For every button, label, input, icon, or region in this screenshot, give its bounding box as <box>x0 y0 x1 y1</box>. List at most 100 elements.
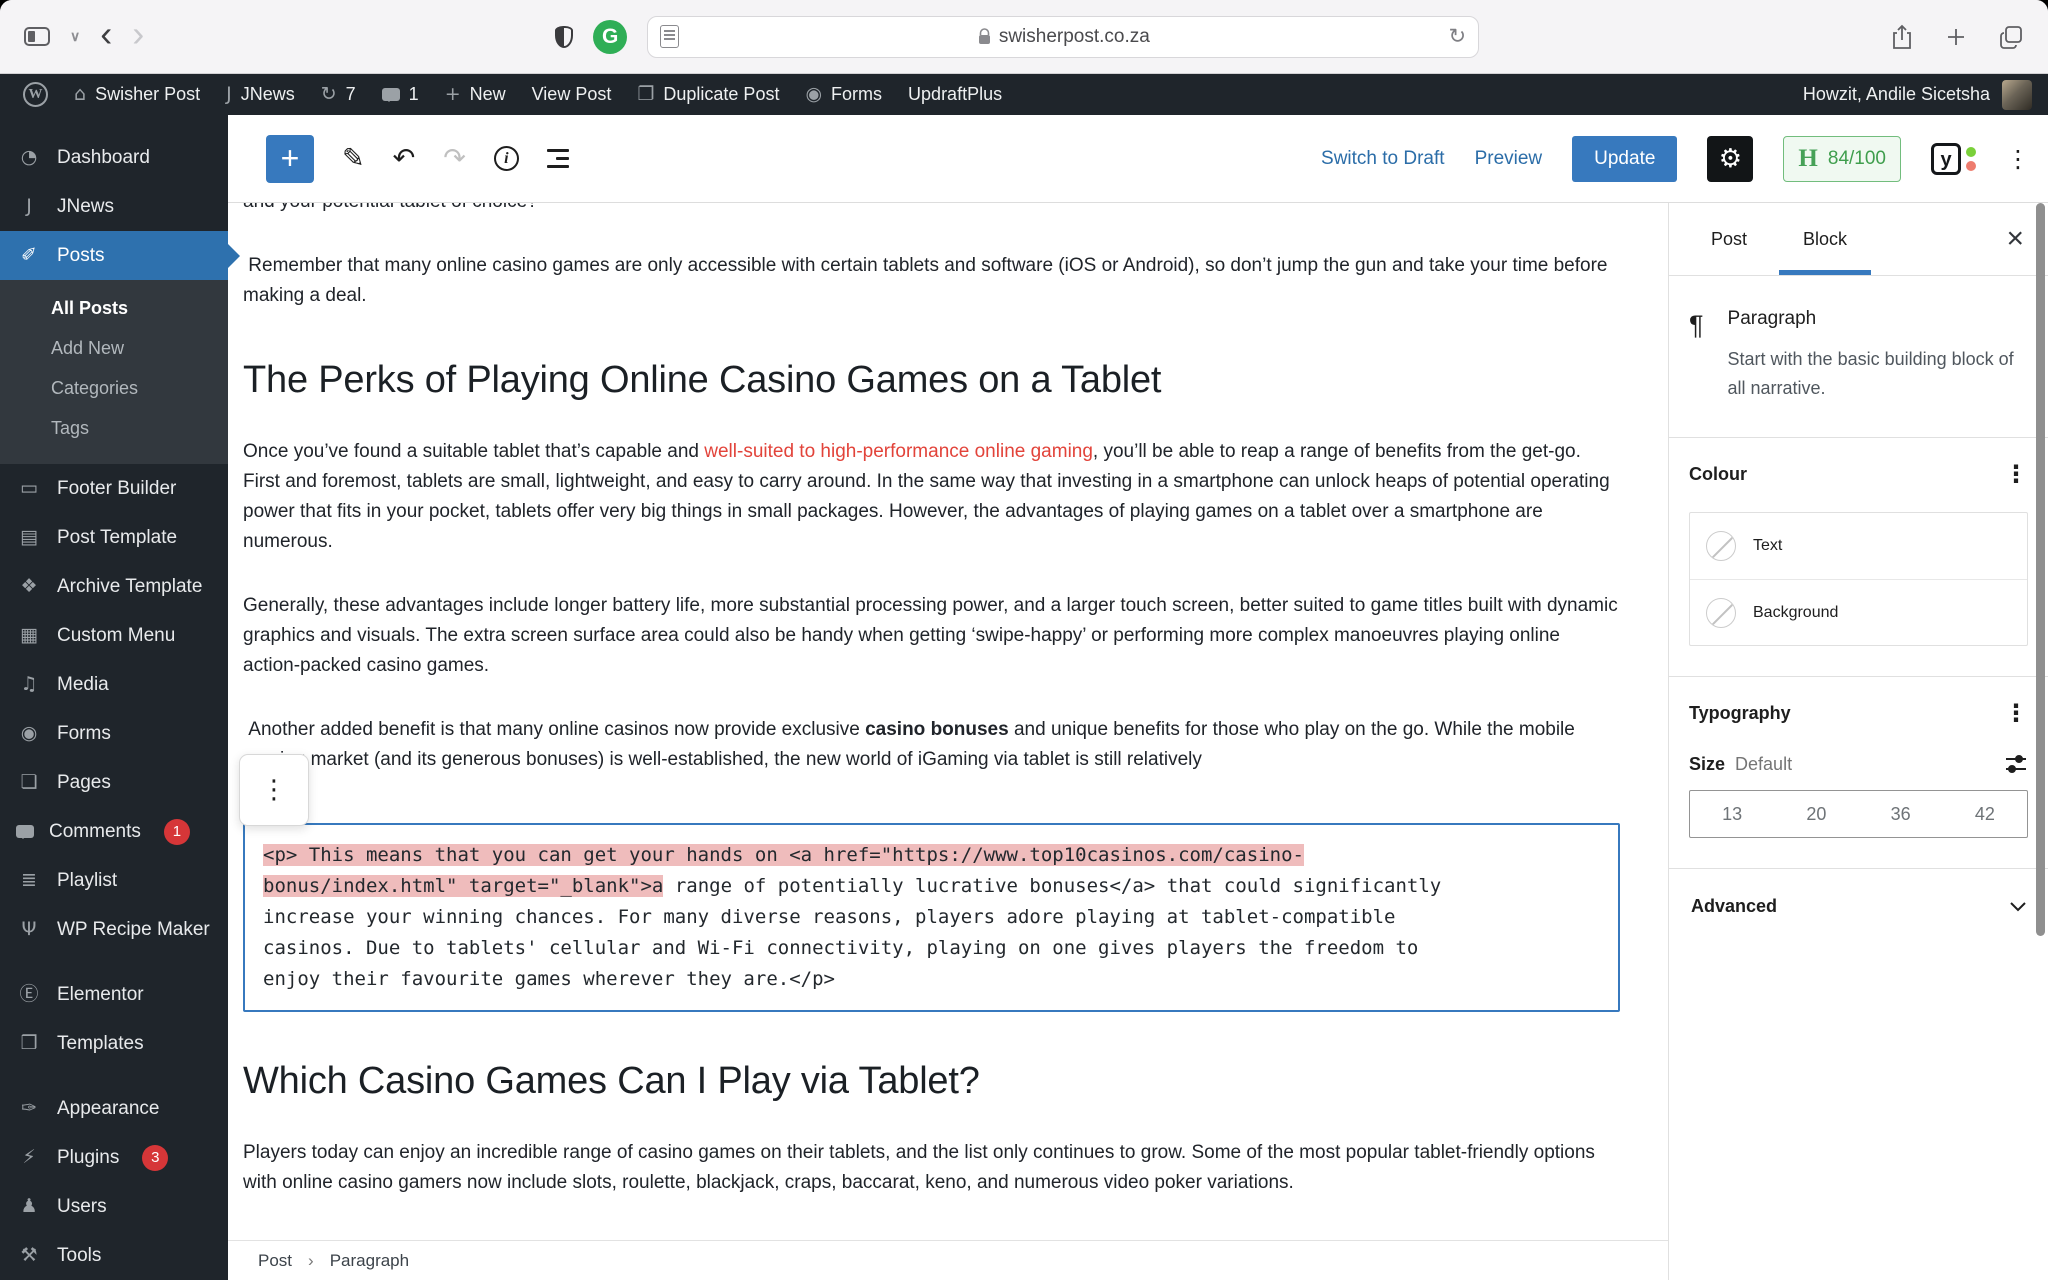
colour-options-kebab-icon[interactable]: ⋮ <box>2004 462 2028 486</box>
code-line: casinos. Due to tablets' cellular and Wi… <box>263 933 1600 964</box>
sidebar-item-posts[interactable]: ✐Posts <box>0 231 228 280</box>
paragraph-perks[interactable]: Once you’ve found a suitable tablet that… <box>243 437 1620 557</box>
admin-bar-item-view-post[interactable]: View Post <box>519 74 625 115</box>
sidebar-item-label: Archive Template <box>57 576 202 598</box>
page-scrollbar[interactable] <box>2036 203 2045 936</box>
sidebar-item-playlist[interactable]: ≣Playlist <box>0 856 228 905</box>
list-view-icon[interactable] <box>547 149 569 168</box>
sidebar-item-plugins[interactable]: ⚡Plugins3 <box>0 1133 228 1182</box>
admin-bar-item-updraftplus[interactable]: UpdraftPlus <box>895 74 1015 115</box>
sidebar-item-templates[interactable]: ❒Templates <box>0 1019 228 1068</box>
breadcrumb-paragraph[interactable]: Paragraph <box>330 1251 409 1271</box>
options-kebab-icon[interactable]: ⋮ <box>2006 147 2030 171</box>
sidebar-item-tools[interactable]: ⚒Tools <box>0 1231 228 1280</box>
sidebar-item-footer-builder[interactable]: ▭Footer Builder <box>0 464 228 513</box>
inline-link[interactable]: well-suited to high-performance online g… <box>704 441 1093 462</box>
user-avatar[interactable] <box>2002 80 2032 110</box>
code-paragraph-block-selected[interactable]: <p> This means that you can get your han… <box>243 823 1620 1012</box>
sidebar-item-label: Appearance <box>57 1098 159 1120</box>
sidebar-item-jnews[interactable]: JJNews <box>0 182 228 231</box>
sidebar-item-users[interactable]: ♟Users <box>0 1182 228 1231</box>
grammarly-icon[interactable]: G <box>593 20 627 54</box>
new-tab-icon[interactable] <box>1944 25 1968 49</box>
sidebar-item-media[interactable]: ♫Media <box>0 660 228 709</box>
sidebar-item-all-posts[interactable]: All Posts <box>0 288 228 328</box>
paragraph-generally[interactable]: Generally, these advantages include long… <box>243 591 1620 681</box>
share-icon[interactable] <box>1890 23 1914 51</box>
yoast-seo-button[interactable]: y <box>1931 143 1976 175</box>
tab-block[interactable]: Block <box>1777 203 1873 275</box>
sidebar-item-comments[interactable]: Comments1 <box>0 807 228 856</box>
sidebar-item-categories[interactable]: Categories <box>0 368 228 408</box>
font-size-preset-13[interactable]: 13 <box>1690 791 1774 837</box>
font-size-preset-36[interactable]: 36 <box>1859 791 1943 837</box>
back-button[interactable]: ‹ <box>100 16 112 52</box>
lock-icon <box>978 28 991 45</box>
reader-view-icon[interactable] <box>660 25 679 48</box>
update-button[interactable]: Update <box>1572 136 1677 182</box>
edit-tool-icon[interactable]: ✎ <box>342 143 365 174</box>
sidebar-item-dashboard[interactable]: ◔Dashboard <box>0 133 228 182</box>
sidebar-item-label: Elementor <box>57 984 144 1006</box>
typography-options-kebab-icon[interactable]: ⋮ <box>2004 701 2028 725</box>
admin-bar-item-wp-logo[interactable]: W <box>10 74 61 115</box>
toolbar-chevron-down-icon[interactable]: ∨ <box>70 28 80 45</box>
admin-bar-item-updates[interactable]: ↻7 <box>308 74 369 115</box>
block-card-description: Start with the basic building block of a… <box>1728 345 2028 403</box>
close-sidebar-icon[interactable]: × <box>2006 224 2024 254</box>
privacy-shield-icon[interactable] <box>555 26 573 48</box>
sidebar-item-tags[interactable]: Tags <box>0 408 228 448</box>
media-icon: ♫ <box>16 675 42 694</box>
admin-bar-item-forms[interactable]: ◉Forms <box>792 74 895 115</box>
settings-gear-button[interactable]: ⚙ <box>1707 136 1753 182</box>
heading-perks[interactable]: The Perks of Playing Online Casino Games… <box>243 357 1620 403</box>
browser-toolbar: ∨ ‹ › G swisherpost.co.za ↻ <box>0 0 2048 74</box>
admin-bar-item-duplicate-post[interactable]: ❐Duplicate Post <box>624 74 792 115</box>
admin-bar-item-jnews[interactable]: JJNews <box>213 74 308 115</box>
details-info-icon[interactable]: i <box>494 146 519 171</box>
admin-bar-item-comments[interactable]: 1 <box>369 74 432 115</box>
size-settings-icon[interactable] <box>2004 753 2028 775</box>
sidebar-item-custom-menu[interactable]: ▦Custom Menu <box>0 611 228 660</box>
count-badge: 3 <box>142 1145 168 1171</box>
sidebar-item-post-template[interactable]: ▤Post Template <box>0 513 228 562</box>
redo-icon[interactable]: ↷ <box>443 143 466 174</box>
user-greeting[interactable]: Howzit, Andile Sicetsha <box>1803 84 1990 105</box>
font-size-preset-42[interactable]: 42 <box>1943 791 2027 837</box>
font-size-preset-20[interactable]: 20 <box>1774 791 1858 837</box>
admin-bar-item-new[interactable]: +New <box>432 74 519 115</box>
comment-icon <box>16 825 34 838</box>
block-inserter-button[interactable]: + <box>266 135 314 183</box>
breadcrumb-post[interactable]: Post <box>258 1251 292 1271</box>
background-colour-row[interactable]: Background <box>1690 579 2027 645</box>
clipped-paragraph-line[interactable]: and your potential tablet of choice? <box>243 203 1620 217</box>
admin-bar-item-site-name[interactable]: ⌂Swisher Post <box>61 74 213 115</box>
address-bar[interactable]: swisherpost.co.za ↻ <box>647 16 1479 58</box>
sidebar-toggle-icon[interactable] <box>24 27 50 46</box>
seo-score-badge[interactable]: H 84/100 <box>1783 136 1901 182</box>
paragraph-players[interactable]: Players today can enjoy an incredible ra… <box>243 1138 1620 1198</box>
tab-overview-icon[interactable] <box>1998 24 2024 50</box>
tab-post[interactable]: Post <box>1681 203 1777 275</box>
undo-icon[interactable]: ↶ <box>393 143 416 174</box>
sidebar-item-archive-template[interactable]: ❖Archive Template <box>0 562 228 611</box>
sidebar-item-elementor[interactable]: ⒺElementor <box>0 970 228 1019</box>
switch-to-draft-button[interactable]: Switch to Draft <box>1321 148 1445 170</box>
reload-icon[interactable]: ↻ <box>1449 24 1467 49</box>
plugins-icon: ⚡ <box>16 1148 42 1167</box>
preview-button[interactable]: Preview <box>1475 148 1543 170</box>
advanced-section-toggle[interactable]: Advanced <box>1669 868 2048 944</box>
forward-button[interactable]: › <box>132 16 144 52</box>
sidebar-item-pages[interactable]: ❏Pages <box>0 758 228 807</box>
paragraph-remember[interactable]: Remember that many online casino games a… <box>243 251 1620 311</box>
block-options-kebab-icon: ⋮ <box>261 777 287 803</box>
sidebar-item-add-new[interactable]: Add New <box>0 328 228 368</box>
paragraph-another[interactable]: Another added benefit is that many onlin… <box>243 715 1620 775</box>
sidebar-item-appearance[interactable]: ✑Appearance <box>0 1084 228 1133</box>
sidebar-item-forms[interactable]: ◉Forms <box>0 709 228 758</box>
text-segment: casino bonuses <box>865 719 1009 740</box>
heading-which-games[interactable]: Which Casino Games Can I Play via Tablet… <box>243 1058 1620 1104</box>
text-colour-row[interactable]: Text <box>1690 513 2027 579</box>
sidebar-item-wp-recipe-maker[interactable]: ΨWP Recipe Maker <box>0 905 228 954</box>
block-options-popup[interactable]: ⋮ <box>239 754 309 826</box>
